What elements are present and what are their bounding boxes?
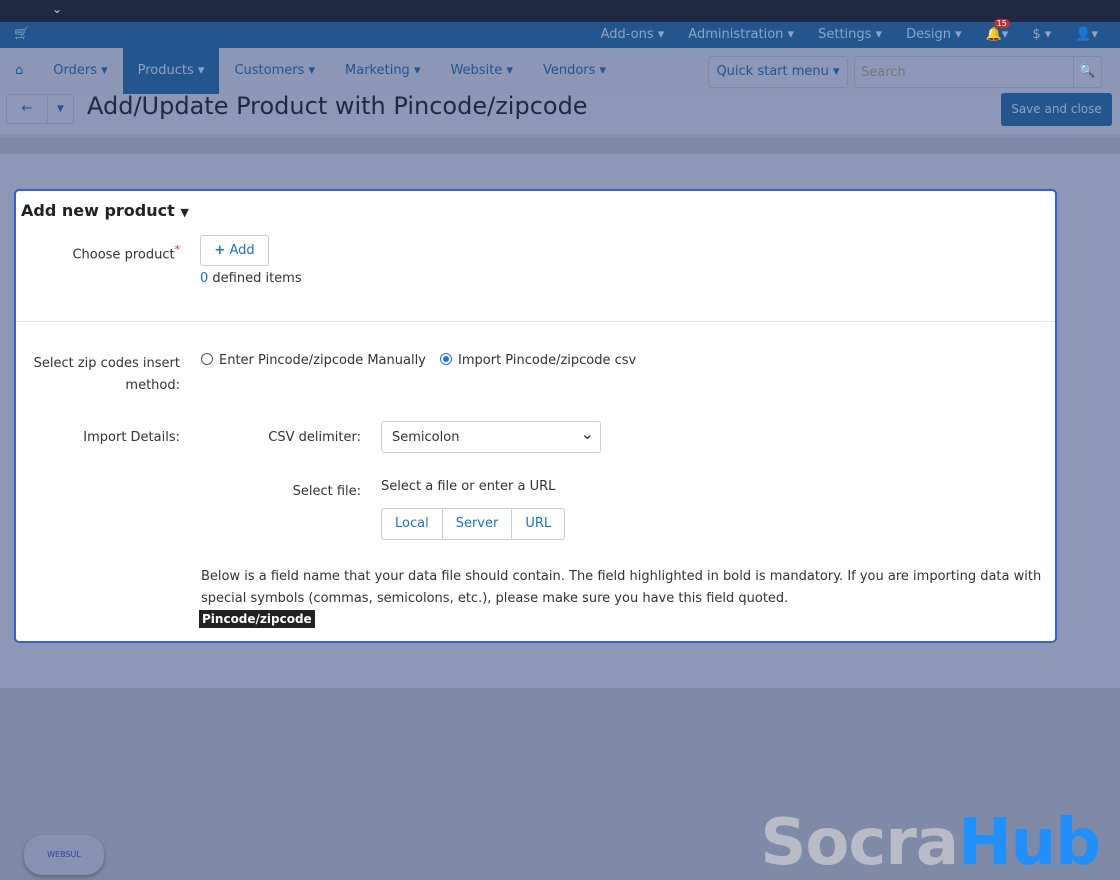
notification-badge: 15	[993, 19, 1010, 28]
home-icon[interactable]: ⌂	[0, 48, 38, 94]
quick-start-menu[interactable]: Quick start menu ▾	[708, 56, 848, 88]
server-button[interactable]: Server	[441, 509, 512, 539]
title-bar: ← ▼ Add/Update Product with Pincode/zipco…	[0, 92, 1120, 138]
radio-circle-selected[interactable]	[440, 353, 453, 365]
bell-icon[interactable]: 🔔▾ 15	[986, 19, 1010, 42]
nav-products[interactable]: Products ▾	[122, 48, 220, 94]
radio-manual[interactable]: Enter Pincode/zipcode Manually	[201, 353, 426, 368]
choose-product-label: Choose product*	[72, 243, 180, 263]
search-input[interactable]	[855, 57, 1073, 87]
nav-settings[interactable]: Settings ▾	[818, 27, 882, 42]
currency-menu[interactable]: $ ▾	[1032, 27, 1051, 42]
chevron-down-icon[interactable]: ⌄	[52, 2, 62, 16]
user-caret: ▾	[1091, 27, 1098, 42]
method-options: Enter Pincode/zipcode Manually Import Pi…	[201, 353, 636, 368]
nav-administration[interactable]: Administration ▾	[688, 27, 794, 42]
nav-design[interactable]: Design ▾	[906, 27, 962, 42]
plus-icon: +	[214, 243, 226, 258]
divider	[16, 321, 1055, 322]
nav-orders[interactable]: Orders ▾	[38, 48, 122, 94]
nav-vendors[interactable]: Vendors ▾	[528, 48, 621, 94]
csv-delimiter-select[interactable]: Semicolon	[381, 421, 601, 453]
csv-delimiter-label: CSV delimiter:	[268, 430, 361, 445]
top-bar: ⌄	[0, 0, 1120, 22]
method-label: Select zip codes insert method:	[33, 356, 180, 393]
local-button[interactable]: Local	[382, 509, 442, 539]
add-product-button[interactable]: + Add	[200, 235, 269, 266]
nav-addons[interactable]: Add-ons ▾	[601, 27, 665, 42]
add-label: Add	[229, 243, 255, 258]
websul-logo[interactable]: WEBSUL	[24, 835, 104, 875]
admin-nav: 🛒 Add-ons ▾ Administration ▾ Settings ▾ …	[0, 19, 1120, 48]
save-and-close-button[interactable]: Save and close	[1001, 93, 1112, 126]
back-arrow-icon[interactable]: ←	[7, 95, 47, 123]
user-icon: 👤	[1075, 27, 1092, 42]
defined-items: 0 defined items	[200, 271, 302, 286]
import-details-label: Import Details:	[83, 430, 180, 445]
caret-down-icon: ▼	[180, 206, 189, 219]
field-info-text: Below is a field name that your data fil…	[201, 569, 1042, 606]
search-box: 🔍	[854, 56, 1102, 88]
radio-import-csv[interactable]: Import Pincode/zipcode csv	[440, 353, 636, 368]
radio-circle[interactable]	[201, 353, 213, 365]
add-product-panel: Add new product ▼ Choose product* + Add …	[14, 189, 1057, 643]
search-icon[interactable]: 🔍	[1073, 57, 1101, 87]
nav-marketing[interactable]: Marketing ▾	[330, 48, 435, 94]
back-button-group: ← ▼	[6, 94, 74, 124]
nav-website[interactable]: Website ▾	[435, 48, 527, 94]
select-file-label: Select file:	[292, 484, 361, 499]
defined-text: defined items	[208, 271, 302, 286]
main-nav: ⌂ Orders ▾ Products ▾ Customers ▾ Market…	[0, 48, 1120, 94]
field-tag: Pincode/zipcode	[199, 610, 315, 628]
nav-customers[interactable]: Customers ▾	[219, 48, 330, 94]
url-button[interactable]: URL	[511, 509, 564, 539]
user-menu[interactable]: 👤▾	[1075, 27, 1098, 42]
section-title: Add new product	[21, 201, 175, 220]
file-hint: Select a file or enter a URL	[381, 479, 556, 494]
cart-icon[interactable]: 🛒	[14, 26, 29, 40]
socrahub-watermark: SocraHub	[760, 806, 1101, 880]
file-source-group: Local Server URL	[381, 508, 566, 540]
history-dropdown[interactable]: ▼	[47, 95, 73, 123]
section-heading[interactable]: Add new product ▼	[21, 201, 189, 220]
page-title: Add/Update Product with Pincode/zipcode	[87, 92, 588, 120]
